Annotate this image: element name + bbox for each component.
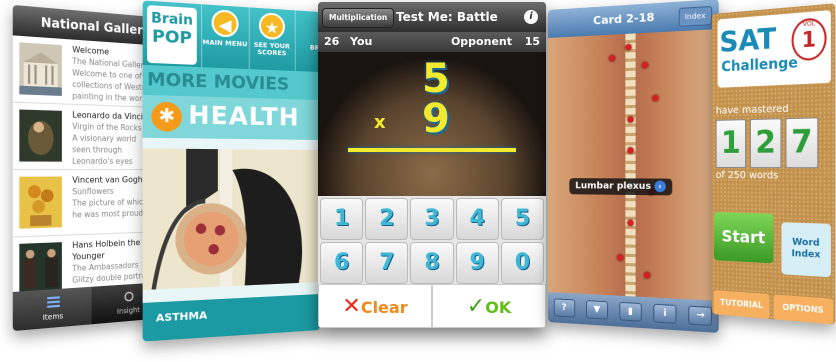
hotspot-label-text: Lumbar plexus xyxy=(575,181,651,193)
you-score: 26 xyxy=(324,35,340,48)
checkmark-icon: ✓ xyxy=(466,294,486,319)
brainpop-header: Brain POP ◀ MAIN MENU ★ SEE YOUR SCORES … xyxy=(142,0,320,73)
key-6[interactable]: 6 xyxy=(320,242,364,284)
index-button[interactable]: Index xyxy=(678,5,713,27)
ambassadors-thumbnail xyxy=(19,242,62,296)
movie-title[interactable]: ASTHMA xyxy=(142,294,320,342)
tutorial-button[interactable]: TUTORIAL xyxy=(713,290,770,319)
problem-area: 5 x 9 xyxy=(318,52,546,196)
extra-nav-button[interactable]: BRA xyxy=(294,10,320,73)
mastered-counter: 1 2 7 xyxy=(715,117,819,169)
spine-graphic xyxy=(625,33,636,297)
list-item[interactable]: Vincent van Gogh Sunflowers The picture … xyxy=(12,170,164,238)
painting-thumbnail xyxy=(19,109,62,162)
key-2[interactable]: 2 xyxy=(365,198,409,240)
health-category[interactable]: ✱ HEALTH xyxy=(142,94,320,140)
list-icon xyxy=(46,296,60,308)
opponent-label: Opponent xyxy=(450,35,512,48)
vol-number: 1 xyxy=(801,26,817,53)
clear-x-icon: ✕ xyxy=(342,294,361,319)
hotspot-dot[interactable] xyxy=(627,147,634,154)
counter-digit: 1 xyxy=(715,119,747,169)
hotspot-dot[interactable] xyxy=(641,61,649,69)
pin-icon[interactable]: ▼ xyxy=(585,300,608,320)
tab-insight-label: Insight xyxy=(116,305,140,316)
ok-button[interactable]: ✓OK xyxy=(432,284,546,328)
battle-title: Test Me: Battle xyxy=(396,10,498,24)
key-0[interactable]: 0 xyxy=(500,242,544,284)
sat-logo: SAT xyxy=(719,20,777,59)
mastered-label: have mastered xyxy=(715,103,789,117)
battle-navbar: Multiplication Test Me: Battle i xyxy=(318,2,546,32)
bottom-operand: 9 xyxy=(422,96,450,142)
you-label: You xyxy=(350,35,373,48)
card-title: Card 2-18 xyxy=(593,10,655,28)
star-icon: ★ xyxy=(258,12,285,41)
national-gallery-screen: National Gallery, L Welcome The National… xyxy=(12,4,164,332)
word-index-button[interactable]: Word Index xyxy=(781,222,831,278)
key-4[interactable]: 4 xyxy=(455,198,499,240)
list-item[interactable]: Leonardo da Vinci Virgin of the Rocks A … xyxy=(12,102,164,171)
options-button[interactable]: OPTIONS xyxy=(773,294,834,325)
hotspot-dot[interactable] xyxy=(643,272,651,279)
info-button[interactable]: i xyxy=(653,303,677,324)
tab-items-label: Items xyxy=(42,311,64,323)
counter-digit: 2 xyxy=(749,118,782,169)
insight-icon xyxy=(123,291,135,302)
ok-label: OK xyxy=(485,298,512,317)
sat-title-box: SAT Challenge VOL 1 xyxy=(717,10,831,88)
list-item[interactable]: Welcome The National Gallery, Welcome to… xyxy=(12,35,164,108)
help-button[interactable]: ? xyxy=(553,298,575,318)
brainpop-logo: Brain POP xyxy=(147,5,197,65)
sunflowers-thumbnail xyxy=(19,176,62,229)
health-person-icon: ✱ xyxy=(151,101,182,132)
key-7[interactable]: 7 xyxy=(365,242,409,284)
operator: x xyxy=(374,112,386,133)
lungs-illustration xyxy=(142,148,320,291)
bookmark-icon[interactable]: ▮ xyxy=(619,301,642,322)
main-menu-label: MAIN MENU xyxy=(202,37,248,49)
answer-actions: ✕Clear ✓OK xyxy=(318,284,546,328)
challenge-label: Challenge xyxy=(721,54,798,76)
hotspot-dot[interactable] xyxy=(627,219,634,227)
multiplication-button[interactable]: Multiplication xyxy=(322,8,395,28)
scoreboard: 26 You Opponent 15 xyxy=(318,32,546,52)
total-words-label: of 250 words xyxy=(715,170,779,182)
see-scores-button[interactable]: ★ SEE YOUR SCORES xyxy=(248,7,294,71)
battle-screen: Multiplication Test Me: Battle i 26 You … xyxy=(318,2,546,328)
clear-label: Clear xyxy=(360,298,408,317)
hotspot-dot[interactable] xyxy=(652,94,659,102)
clear-button[interactable]: ✕Clear xyxy=(318,284,432,328)
logo-line2: POP xyxy=(151,25,193,48)
health-label: HEALTH xyxy=(188,100,300,132)
brainpop-screen: Brain POP ◀ MAIN MENU ★ SEE YOUR SCORES … xyxy=(142,0,320,342)
counter-digit: 7 xyxy=(785,117,819,169)
back-arrow-icon: ◀ xyxy=(211,9,239,38)
tab-items[interactable]: Items xyxy=(12,286,92,332)
anatomy-screen: Card 2-18 Index Lumbar plexus › ? ▼ ▮ i → xyxy=(548,0,719,333)
info-icon[interactable]: i xyxy=(524,10,538,24)
key-1[interactable]: 1 xyxy=(320,198,364,240)
hotspot-dot[interactable] xyxy=(617,254,624,261)
key-3[interactable]: 3 xyxy=(410,198,454,240)
key-8[interactable]: 8 xyxy=(410,242,454,284)
key-5[interactable]: 5 xyxy=(500,198,544,240)
hotspot-dot[interactable] xyxy=(609,55,616,62)
gallery-building-thumbnail xyxy=(19,42,62,96)
see-scores-label: SEE YOUR SCORES xyxy=(253,40,290,58)
number-keypad: 1 2 3 4 5 6 7 8 9 0 xyxy=(318,196,546,284)
opponent-score: 15 xyxy=(524,35,540,48)
next-button[interactable]: → xyxy=(688,305,713,327)
hotspot-label[interactable]: Lumbar plexus › xyxy=(569,178,673,196)
start-button[interactable]: Start xyxy=(713,212,774,264)
anatomy-image: Lumbar plexus › xyxy=(548,29,719,301)
key-9[interactable]: 9 xyxy=(455,242,499,284)
answer-line xyxy=(348,148,516,152)
sat-screen: SAT Challenge VOL 1 have mastered 1 2 7 … xyxy=(712,3,836,325)
chevron-right-icon: › xyxy=(654,180,666,193)
volume-badge: VOL 1 xyxy=(791,16,827,62)
main-menu-button[interactable]: ◀ MAIN MENU xyxy=(201,4,248,70)
